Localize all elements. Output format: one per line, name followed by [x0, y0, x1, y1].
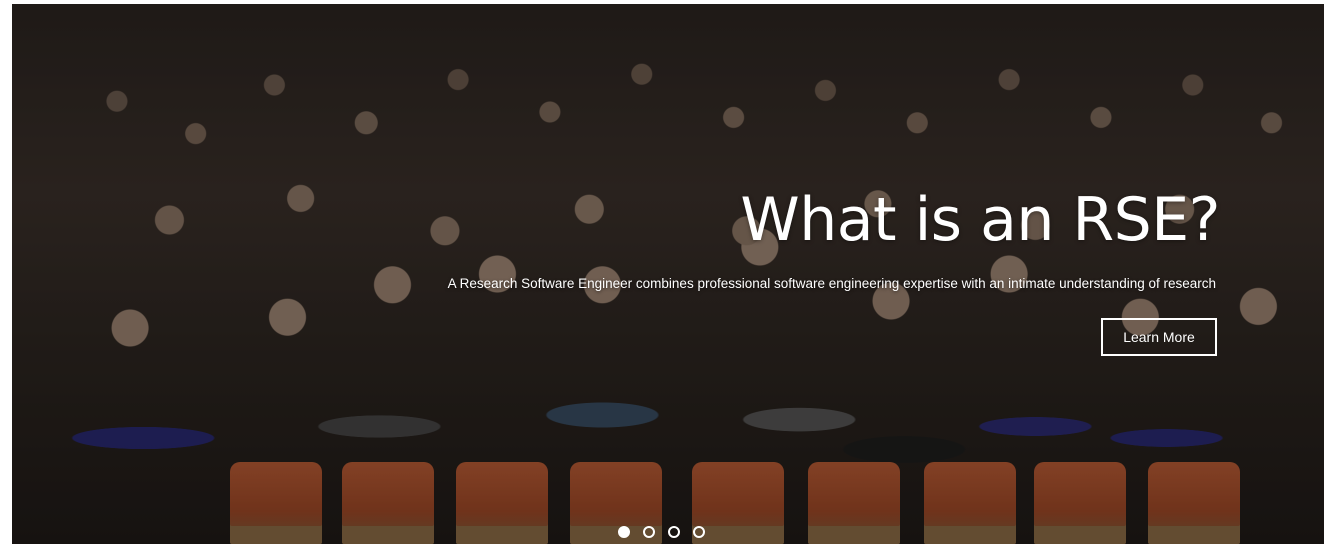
carousel-indicators — [618, 526, 705, 538]
learn-more-button[interactable]: Learn More — [1101, 318, 1217, 356]
carousel-dot-1[interactable] — [618, 526, 630, 538]
carousel-dot-3[interactable] — [668, 526, 680, 538]
hero-dark-overlay — [12, 4, 1324, 544]
carousel-dot-4[interactable] — [693, 526, 705, 538]
hero-carousel[interactable]: What is an RSE? A Research Software Engi… — [12, 4, 1324, 544]
carousel-dot-2[interactable] — [643, 526, 655, 538]
hero-title: What is an RSE? — [740, 185, 1220, 255]
hero-subtitle: A Research Software Engineer combines pr… — [447, 276, 1216, 291]
